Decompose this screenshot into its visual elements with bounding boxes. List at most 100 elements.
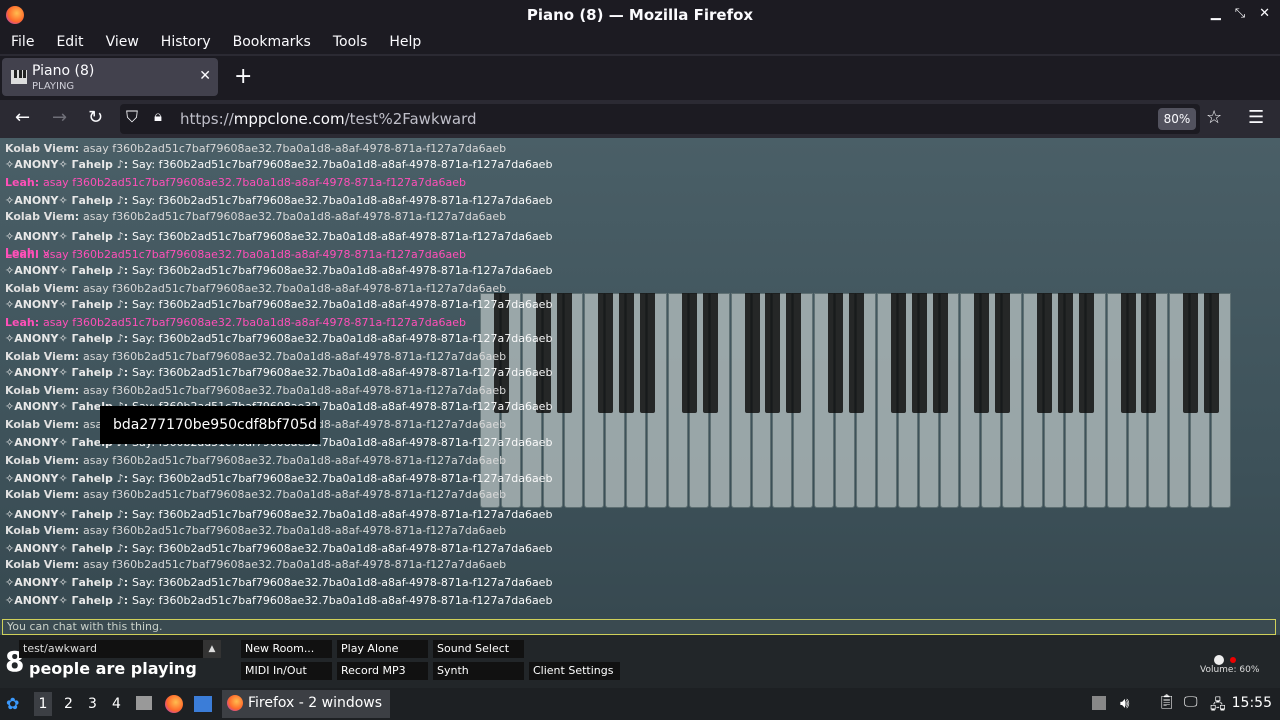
workspace-1[interactable]: 1 bbox=[34, 692, 52, 716]
black-key[interactable] bbox=[849, 293, 864, 413]
workspace-4[interactable]: 4 bbox=[112, 696, 121, 712]
speaker-icon[interactable]: 🔊︎ bbox=[1120, 694, 1129, 712]
bookmark-star-icon[interactable]: ☆ bbox=[1206, 107, 1222, 128]
chat-author-kolab: Kolab Viem: bbox=[5, 454, 80, 467]
black-key[interactable] bbox=[1037, 293, 1052, 413]
midi-button[interactable]: MIDI In/Out bbox=[241, 662, 332, 680]
zoom-indicator[interactable]: 80% bbox=[1158, 108, 1196, 130]
chat-message: ✧ANONY✧ Γahelp ♪: Say: f360b2ad51c7baf79… bbox=[5, 472, 552, 485]
lock-icon[interactable]: 🔒︎ bbox=[154, 107, 162, 125]
chat-text: asay f360b2ad51c7baf79608ae32.7ba0a1d8-a… bbox=[83, 282, 507, 295]
black-key[interactable] bbox=[1141, 293, 1157, 413]
black-key[interactable] bbox=[890, 293, 906, 413]
black-key[interactable] bbox=[1120, 293, 1136, 413]
chat-text: asay f360b2ad51c7baf79608ae32.7ba0a1d8-a… bbox=[83, 384, 507, 397]
chat-text: asay f360b2ad51c7baf79608ae32.7ba0a1d8-a… bbox=[83, 210, 507, 223]
black-key[interactable] bbox=[744, 293, 760, 413]
chat-message: Kolab Viem: asay f360b2ad51c7baf79608ae3… bbox=[5, 488, 506, 501]
black-key[interactable] bbox=[828, 293, 844, 413]
workspace-2[interactable]: 2 bbox=[64, 696, 73, 712]
reload-icon[interactable]: ↻ bbox=[88, 107, 103, 128]
chat-message: Kolab Viem: asay f360b2ad51c7baf79608ae3… bbox=[5, 454, 506, 467]
black-key[interactable] bbox=[1078, 293, 1094, 413]
synth-button[interactable]: Synth bbox=[433, 662, 524, 680]
taskbar-firefox-window[interactable]: Firefox - 2 windows bbox=[222, 690, 390, 718]
chat-author-leah: Leah: bbox=[5, 248, 40, 261]
clipboard-icon[interactable]: 📋︎ bbox=[1158, 694, 1176, 710]
chat-text: Say: f360b2ad51c7baf79608ae32.7ba0a1d8-a… bbox=[131, 508, 553, 521]
black-key[interactable] bbox=[681, 293, 697, 413]
black-key[interactable] bbox=[932, 293, 948, 413]
new-tab-icon[interactable]: + bbox=[234, 64, 252, 89]
record-mp3-button[interactable]: Record MP3 bbox=[337, 662, 428, 680]
menu-file[interactable]: File bbox=[11, 34, 34, 50]
black-key[interactable] bbox=[995, 293, 1011, 413]
black-key[interactable] bbox=[1183, 293, 1199, 413]
black-key[interactable] bbox=[640, 293, 656, 413]
chat-message: Kolab Viem: asay f360b2ad51c7baf79608ae3… bbox=[5, 350, 506, 363]
black-key[interactable] bbox=[702, 293, 718, 413]
sound-select-button[interactable]: Sound Select bbox=[433, 640, 524, 658]
black-key[interactable] bbox=[1204, 293, 1220, 413]
volume-control[interactable]: Volume: 60% bbox=[1200, 655, 1259, 675]
tray-up-icon[interactable] bbox=[1092, 696, 1106, 710]
chat-text: Say: f360b2ad51c7baf79608ae32.7ba0a1d8-a… bbox=[131, 542, 553, 555]
chat-message: Kolab Viem: asay f360b2ad51c7baf79608ae3… bbox=[5, 524, 506, 537]
client-settings-button[interactable]: Client Settings bbox=[529, 662, 620, 680]
play-alone-button[interactable]: Play Alone bbox=[337, 640, 428, 658]
shield-icon[interactable]: ⛉ bbox=[126, 107, 138, 127]
close-icon[interactable]: ✕ bbox=[1259, 6, 1270, 21]
volume-knob[interactable] bbox=[1214, 655, 1224, 665]
room-name: test/awkward bbox=[23, 642, 97, 655]
menu-tools[interactable]: Tools bbox=[333, 34, 368, 50]
window-titlebar: Piano (8) — Mozilla Firefox ▁ ⤡ ✕ bbox=[0, 0, 1280, 30]
menu-help[interactable]: Help bbox=[389, 34, 421, 50]
hamburger-menu-icon[interactable]: ☰ bbox=[1248, 107, 1264, 128]
piano-icon bbox=[11, 70, 27, 84]
menu-bookmarks[interactable]: Bookmarks bbox=[233, 34, 311, 50]
players-label: people are playing bbox=[29, 659, 197, 678]
firefox-launcher-icon[interactable] bbox=[165, 695, 183, 713]
url-bar[interactable]: ⛉ 🔒︎ https://mppclone.com/test%2Fawkward… bbox=[120, 104, 1222, 134]
chevron-up-icon[interactable]: ▲ bbox=[203, 640, 221, 658]
chat-message: ✧ANONY✧ Γahelp ♪: Say: f360b2ad51c7baf79… bbox=[5, 366, 552, 379]
chat-author-ahelp: ✧ANONY✧ Γahelp ♪: bbox=[5, 594, 129, 607]
chat-message: ✧ANONY✧ Γahelp ♪: Say: f360b2ad51c7baf79… bbox=[5, 576, 552, 589]
chat-author-kolab: Kolab Viem: bbox=[5, 350, 80, 363]
black-key[interactable] bbox=[911, 293, 927, 413]
url-text[interactable]: https://mppclone.com/test%2Fawkward bbox=[180, 110, 477, 128]
network-icon[interactable]: 🖧 bbox=[1210, 694, 1226, 718]
new-room-button[interactable]: New Room... bbox=[241, 640, 332, 658]
black-key[interactable] bbox=[765, 293, 781, 413]
piano-keyboard[interactable] bbox=[480, 293, 1232, 508]
display-icon[interactable]: 🖵 bbox=[1184, 694, 1198, 710]
black-key[interactable] bbox=[1057, 293, 1073, 413]
forward-icon[interactable]: → bbox=[52, 107, 67, 128]
back-icon[interactable]: ← bbox=[15, 107, 30, 128]
file-manager-icon[interactable] bbox=[136, 696, 152, 710]
terminal-icon[interactable] bbox=[194, 696, 212, 712]
black-key[interactable] bbox=[786, 293, 802, 413]
bottom-controls: 8 people are playing test/awkward ▲ New … bbox=[0, 635, 1280, 688]
tab-piano[interactable]: Piano (8) PLAYING ✕ bbox=[2, 58, 218, 96]
minimize-icon[interactable]: ▁ bbox=[1211, 6, 1221, 21]
restore-icon[interactable]: ⤡ bbox=[1235, 6, 1245, 21]
chat-text: Say: f360b2ad51c7baf79608ae32.7ba0a1d8-a… bbox=[131, 366, 553, 379]
black-key[interactable] bbox=[974, 293, 990, 413]
chat-author-kolab: Kolab Viem: bbox=[5, 142, 80, 155]
app-launcher-icon[interactable]: ✿ bbox=[6, 694, 19, 713]
room-select[interactable]: test/awkward ▲ bbox=[19, 640, 221, 658]
menu-history[interactable]: History bbox=[161, 34, 211, 50]
chat-text: asay f360b2ad51c7baf79608ae32.7ba0a1d8-a… bbox=[83, 454, 507, 467]
chat-text: Say: f360b2ad51c7baf79608ae32.7ba0a1d8-a… bbox=[131, 230, 553, 243]
tab-close-icon[interactable]: ✕ bbox=[199, 68, 211, 84]
workspace-3[interactable]: 3 bbox=[88, 696, 97, 712]
menu-edit[interactable]: Edit bbox=[56, 34, 83, 50]
chat-message: ✧ANONY✧ Γahelp ♪: Say: f360b2ad51c7baf79… bbox=[5, 332, 552, 345]
volume-label: Volume: 60% bbox=[1200, 665, 1260, 675]
chat-input[interactable]: You can chat with this thing. bbox=[2, 619, 1276, 635]
menu-view[interactable]: View bbox=[106, 34, 139, 50]
black-key[interactable] bbox=[598, 293, 614, 413]
volume-slider[interactable] bbox=[1200, 655, 1236, 665]
black-key[interactable] bbox=[619, 293, 635, 413]
